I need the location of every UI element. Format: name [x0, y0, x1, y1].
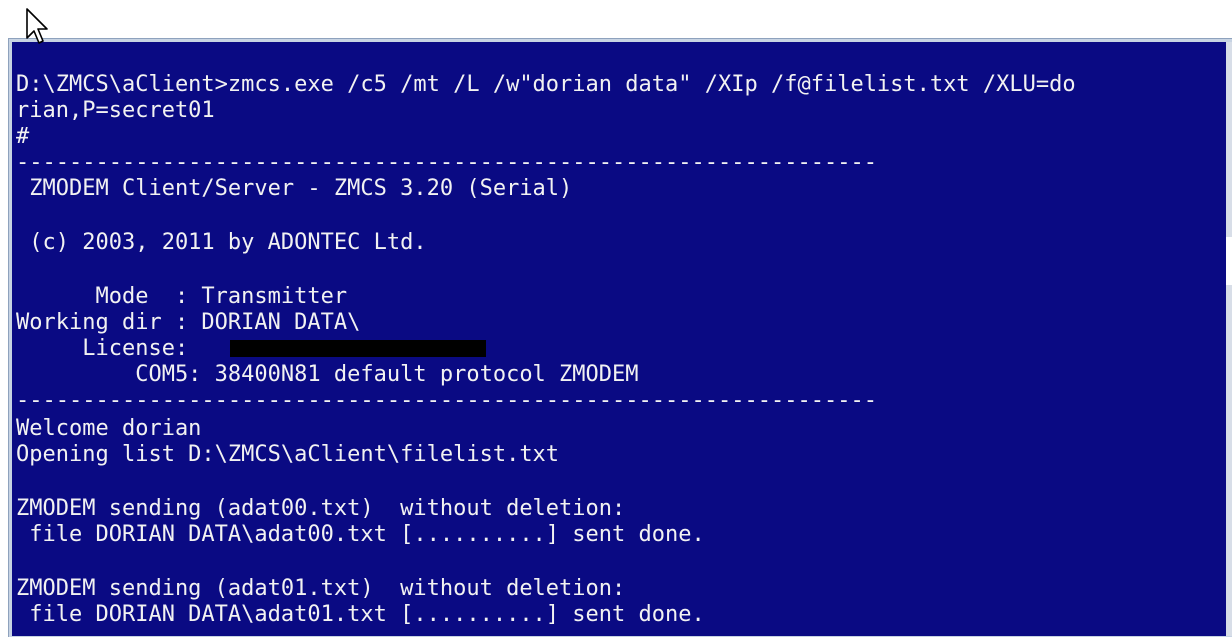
console-line-3: # [16, 124, 30, 149]
console-window[interactable]: D:\ZMCS\aClient>zmcs.exe /c5 /mt /L /w"d… [12, 42, 1226, 636]
window-edge-notch [1226, 237, 1232, 285]
console-line-welcome: Welcome dorian [16, 416, 202, 441]
console-line-banner: ZMODEM Client/Server - ZMCS 3.20 (Serial… [16, 176, 573, 201]
console-line-sending-1: ZMODEM sending (adat00.txt) without dele… [16, 496, 626, 521]
console-line-sending-2: ZMODEM sending (adat01.txt) without dele… [16, 576, 626, 601]
redaction-bar [230, 340, 486, 357]
console-separator-bottom: ----------------------------------------… [16, 388, 877, 413]
arrow-cursor-icon [26, 8, 48, 44]
desktop-background-strip [0, 0, 1232, 40]
console-line-file-1: file DORIAN DATA\adat00.txt [..........]… [16, 522, 705, 547]
console-line-file-2: file DORIAN DATA\adat01.txt [..........]… [16, 602, 705, 627]
console-line-copyright: (c) 2003, 2011 by ADONTEC Ltd. [16, 230, 427, 255]
console-separator-top: ----------------------------------------… [16, 150, 877, 175]
window-right-edge [1226, 42, 1232, 636]
console-line-license: License: [16, 336, 202, 361]
console-line-mode: Mode : Transmitter [16, 284, 348, 309]
console-line-1: D:\ZMCS\aClient>zmcs.exe /c5 /mt /L /w"d… [16, 72, 1076, 97]
console-line-com-port: COM5: 38400N81 default protocol ZMODEM [16, 362, 639, 387]
console-line-working-dir: Working dir : DORIAN DATA\ [16, 310, 361, 335]
console-line-opening-list: Opening list D:\ZMCS\aClient\filelist.tx… [16, 442, 560, 467]
console-line-2: rian,P=secret01 [16, 98, 215, 123]
